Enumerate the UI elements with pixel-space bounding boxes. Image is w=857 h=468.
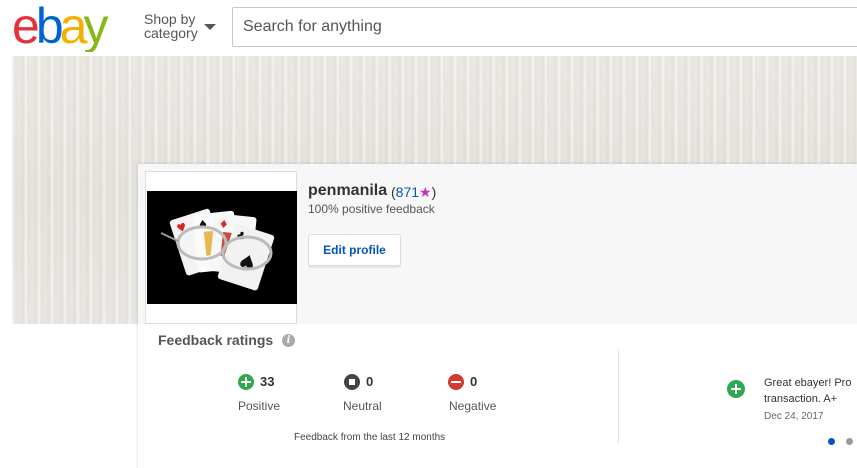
neutral-label: Neutral <box>343 399 382 413</box>
divider <box>618 350 619 444</box>
score-close-paren: ) <box>431 184 437 200</box>
star-icon: ★ <box>419 184 432 200</box>
minus-circle-icon <box>448 374 464 390</box>
logo-letter-a: a <box>59 0 88 52</box>
carousel-dot[interactable] <box>846 438 853 445</box>
plus-circle-icon <box>238 374 254 390</box>
feedback-period: Feedback from the last 12 months <box>294 432 446 443</box>
svg-text:♦: ♦ <box>218 218 229 232</box>
logo-letter-y: y <box>83 0 108 52</box>
logo-letter-e: e <box>12 0 40 52</box>
feedback-comment-date: Dec 24, 2017 <box>764 411 824 422</box>
search-box <box>232 7 857 47</box>
positive-count: 33 <box>260 374 275 389</box>
feedback-score[interactable]: (871★) <box>391 184 436 201</box>
shop-by-category-button[interactable]: Shop by category <box>144 11 216 41</box>
profile-card: ♥ ♠ ♦ ♣ ♠ penmanila (871★) 100% positive… <box>138 164 857 468</box>
neutral-count: 0 <box>366 374 374 389</box>
ebay-logo[interactable]: ebay <box>12 0 134 52</box>
chevron-down-icon <box>204 24 216 30</box>
avatar[interactable]: ♥ ♠ ♦ ♣ ♠ <box>147 191 297 304</box>
negative-label: Negative <box>449 399 497 413</box>
username[interactable]: penmanila <box>308 182 387 200</box>
carousel-dot-active[interactable] <box>828 438 835 445</box>
category-label: category <box>144 25 198 41</box>
playing-cards-glasses-image: ♥ ♠ ♦ ♣ ♠ <box>147 191 297 304</box>
feedback-comment: Great ebayer! Pro transaction. A+ <box>764 377 852 405</box>
score-number: 871 <box>395 184 420 200</box>
search-input[interactable] <box>233 8 857 46</box>
feedback-ratings-title: Feedback ratings <box>158 332 274 348</box>
positive-feedback-percent: 100% positive feedback <box>308 202 435 216</box>
shop-by-label: Shop by <box>144 11 196 27</box>
negative-count: 0 <box>470 374 478 389</box>
logo-letter-b: b <box>35 0 64 52</box>
avatar-frame: ♥ ♠ ♦ ♣ ♠ <box>145 171 297 324</box>
positive-label: Positive <box>238 399 281 413</box>
svg-text:♠: ♠ <box>197 217 208 231</box>
info-icon[interactable]: i <box>282 334 295 347</box>
plus-circle-icon <box>727 380 745 398</box>
neutral-circle-icon <box>344 374 360 390</box>
edit-profile-button[interactable]: Edit profile <box>308 234 401 266</box>
